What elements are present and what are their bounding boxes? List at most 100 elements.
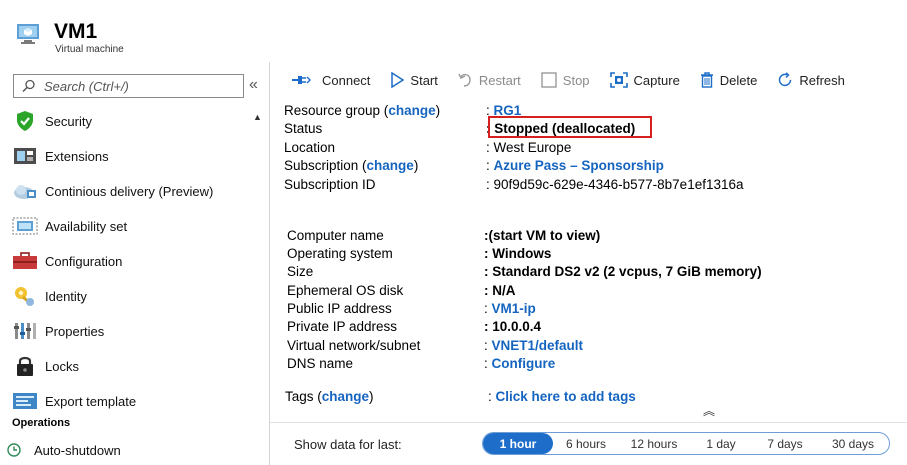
menu-search-input[interactable]: [44, 77, 239, 95]
private-ip-value: : 10.0.0.4: [484, 319, 542, 334]
os-label: Operating system: [287, 246, 393, 261]
time-range-option-7-days[interactable]: 7 days: [753, 433, 817, 454]
add-tags-link[interactable]: Click here to add tags: [496, 389, 636, 404]
sidebar-item-label: Identity: [45, 288, 87, 304]
search-icon: [22, 79, 35, 93]
sidebar-item-label: Export template: [45, 393, 137, 409]
delete-label: Delete: [719, 72, 758, 88]
vnet-subnet-label: Virtual network/subnet: [287, 338, 421, 353]
metrics-time-range-bar: Show data for last: 1 hour 6 hours 12 ho…: [270, 422, 907, 465]
lock-icon: [12, 355, 38, 377]
collapse-essentials-chevron-icon[interactable]: ︽: [703, 402, 715, 419]
time-range-option-1-day[interactable]: 1 day: [689, 433, 753, 454]
public-ip-label: Public IP address: [287, 301, 392, 316]
capture-button[interactable]: Capture: [609, 72, 680, 88]
start-button[interactable]: Start: [390, 72, 438, 88]
connect-button[interactable]: Connect: [290, 73, 370, 88]
sidebar-item-security[interactable]: Security: [12, 108, 248, 134]
resource-menu-sidebar: « ▲ Security Extensions Continious deliv…: [0, 62, 270, 465]
trash-icon: [700, 72, 713, 88]
page-subtitle: Virtual machine: [55, 44, 124, 55]
time-range-option-6-hours[interactable]: 6 hours: [553, 433, 619, 454]
sidebar-item-configuration[interactable]: Configuration: [12, 248, 248, 274]
capture-icon: [609, 72, 628, 88]
dns-configure-link[interactable]: Configure: [492, 356, 556, 371]
subscription-link[interactable]: Azure Pass – Sponsorship: [494, 158, 664, 173]
vnet-subnet-value: : VNET1/default: [484, 338, 584, 353]
refresh-label: Refresh: [799, 72, 845, 88]
restart-button[interactable]: Restart: [458, 72, 521, 88]
start-label: Start: [410, 72, 438, 88]
location-label: Location: [284, 140, 336, 155]
shield-check-icon: [12, 110, 38, 132]
capture-label: Capture: [633, 72, 680, 88]
subscription-label: Subscription (change): [284, 158, 419, 173]
stop-button[interactable]: Stop: [541, 72, 590, 88]
menu-search-box[interactable]: [13, 74, 244, 98]
sidebar-item-label: Locks: [45, 358, 79, 374]
vnet-subnet-link[interactable]: VNET1/default: [492, 338, 584, 353]
tags-change-link[interactable]: change: [322, 389, 369, 404]
resource-header: VM1 Virtual machine: [0, 0, 907, 62]
sidebar-item-label: Continious delivery (Preview): [45, 183, 214, 199]
computer-name-value: :(start VM to view): [484, 228, 601, 243]
sidebar-item-extensions[interactable]: Extensions: [12, 143, 248, 169]
time-range-option-30-days[interactable]: 30 days: [817, 433, 889, 454]
sidebar-item-export-template[interactable]: Export template: [12, 388, 248, 414]
sidebar-item-label: Security: [45, 113, 92, 129]
refresh-icon: [779, 72, 792, 87]
section-title-operations: Operations: [12, 417, 71, 429]
tags-value: : Click here to add tags: [488, 389, 636, 404]
os-value: : Windows: [484, 246, 552, 261]
cloud-delivery-icon: [12, 180, 38, 202]
extensions-icon: [12, 145, 38, 167]
play-icon: [391, 72, 405, 88]
sidebar-item-label: Configuration: [45, 253, 123, 269]
sidebar-item-identity[interactable]: Identity: [12, 283, 248, 309]
refresh-button[interactable]: Refresh: [777, 72, 845, 88]
sidebar-item-auto-shutdown[interactable]: Auto-shutdown: [4, 437, 240, 463]
clock-icon: [4, 439, 24, 461]
availability-set-icon: [12, 215, 38, 237]
restart-arrow-icon: [458, 73, 471, 87]
location-value: : West Europe: [486, 140, 572, 155]
command-bar: Connect Start Restart Stop Capture Delet…: [282, 66, 902, 94]
public-ip-link[interactable]: VM1-ip: [492, 301, 536, 316]
status-highlight-box: [488, 116, 652, 138]
sidebar-item-label: Auto-shutdown: [34, 442, 121, 458]
export-template-icon: [12, 390, 38, 412]
subscription-id-label: Subscription ID: [284, 177, 376, 192]
dns-name-label: DNS name: [287, 356, 354, 371]
subscription-change-link[interactable]: change: [367, 158, 414, 173]
status-label: Status: [284, 121, 323, 136]
sidebar-item-continuous-delivery[interactable]: Continious delivery (Preview): [12, 178, 248, 204]
resource-group-label: Resource group (change): [284, 103, 441, 118]
delete-button[interactable]: Delete: [700, 72, 758, 88]
subscription-value: : Azure Pass – Sponsorship: [486, 158, 664, 173]
subscription-id-value: : 90f9d59c-629e-4346-b577-8b7e1ef1316a: [486, 177, 744, 192]
time-range-label: Show data for last:: [294, 437, 402, 452]
tags-label: Tags (change): [285, 389, 374, 404]
public-ip-value: : VM1-ip: [484, 301, 536, 316]
toolbox-icon: [12, 250, 38, 272]
restart-label: Restart: [478, 72, 521, 88]
size-label: Size: [287, 264, 314, 279]
sidebar-item-label: Extensions: [45, 148, 109, 164]
private-ip-label: Private IP address: [287, 319, 398, 334]
sidebar-item-label: Properties: [45, 323, 105, 339]
collapse-menu-button[interactable]: «: [249, 76, 258, 94]
time-range-selector: 1 hour 6 hours 12 hours 1 day 7 days 30 …: [482, 432, 890, 455]
sidebar-item-locks[interactable]: Locks: [12, 353, 248, 379]
identity-key-icon: [12, 285, 38, 307]
ephemeral-os-disk-value: : N/A: [484, 283, 516, 298]
time-range-option-12-hours[interactable]: 12 hours: [619, 433, 689, 454]
computer-name-label: Computer name: [287, 228, 384, 243]
sidebar-item-properties[interactable]: Properties: [12, 318, 248, 344]
sidebar-item-label: Availability set: [45, 218, 128, 234]
sidebar-item-availability-set[interactable]: Availability set: [12, 213, 248, 239]
dns-name-value: : Configure: [484, 356, 556, 371]
scroll-up-arrow-icon[interactable]: ▲: [253, 112, 262, 122]
connect-plug-icon: [292, 76, 311, 84]
resource-group-change-link[interactable]: change: [388, 103, 435, 118]
time-range-option-1-hour[interactable]: 1 hour: [483, 433, 553, 454]
